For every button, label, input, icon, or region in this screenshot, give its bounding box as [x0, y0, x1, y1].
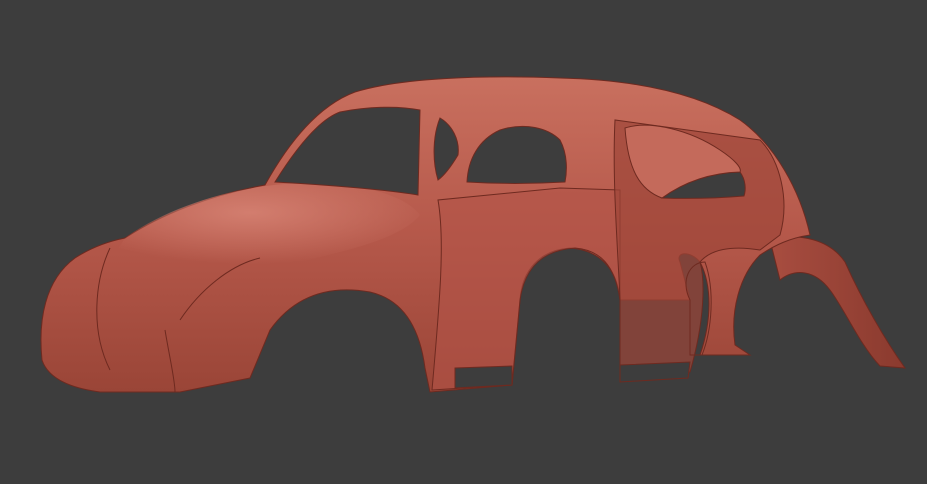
rear-sill-gap [619, 361, 691, 383]
3d-viewport[interactable] [0, 0, 927, 484]
door-sill-gap [454, 365, 513, 389]
